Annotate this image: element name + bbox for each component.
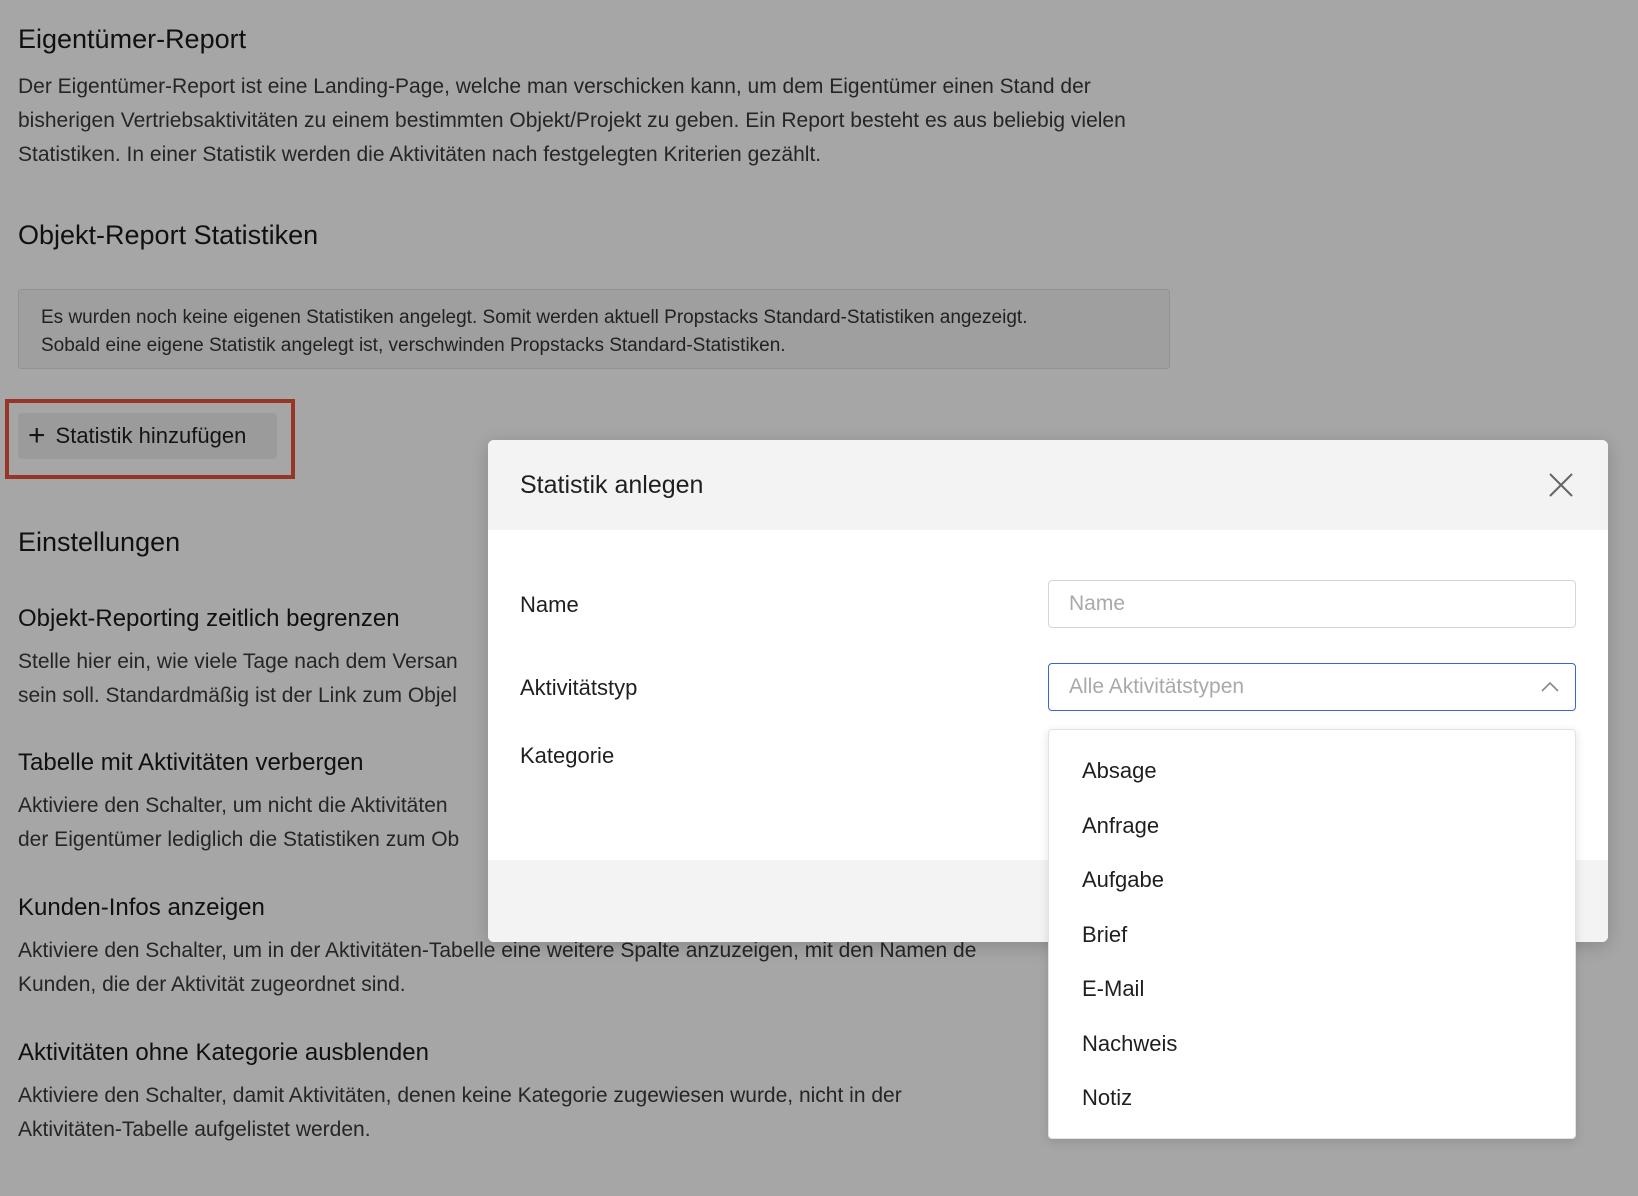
dropdown-option-anfrage[interactable]: Anfrage <box>1049 799 1575 854</box>
activity-type-select[interactable]: Alle Aktivitätstypen <box>1048 663 1576 711</box>
dropdown-option-nachweis[interactable]: Nachweis <box>1049 1017 1575 1072</box>
activity-type-placeholder: Alle Aktivitätstypen <box>1069 675 1245 698</box>
activity-type-label: Aktivitätstyp <box>520 675 638 700</box>
dropdown-option-brief[interactable]: Brief <box>1049 908 1575 963</box>
activity-type-dropdown: Absage Anfrage Aufgabe Brief E-Mail Nach… <box>1048 729 1576 1139</box>
dropdown-option-email[interactable]: E-Mail <box>1049 962 1575 1017</box>
dropdown-option-aufgabe[interactable]: Aufgabe <box>1049 853 1575 908</box>
name-label: Name <box>520 592 579 617</box>
chevron-up-icon <box>1541 681 1559 692</box>
close-icon[interactable] <box>1546 470 1576 500</box>
name-placeholder: Name <box>1069 592 1126 615</box>
category-label: Kategorie <box>520 743 615 768</box>
name-input[interactable]: Name <box>1048 580 1576 628</box>
dropdown-option-notiz[interactable]: Notiz <box>1049 1071 1575 1126</box>
modal-header: Statistik anlegen <box>488 440 1608 530</box>
dropdown-option-absage[interactable]: Absage <box>1049 744 1575 799</box>
modal-title: Statistik anlegen <box>520 471 704 499</box>
